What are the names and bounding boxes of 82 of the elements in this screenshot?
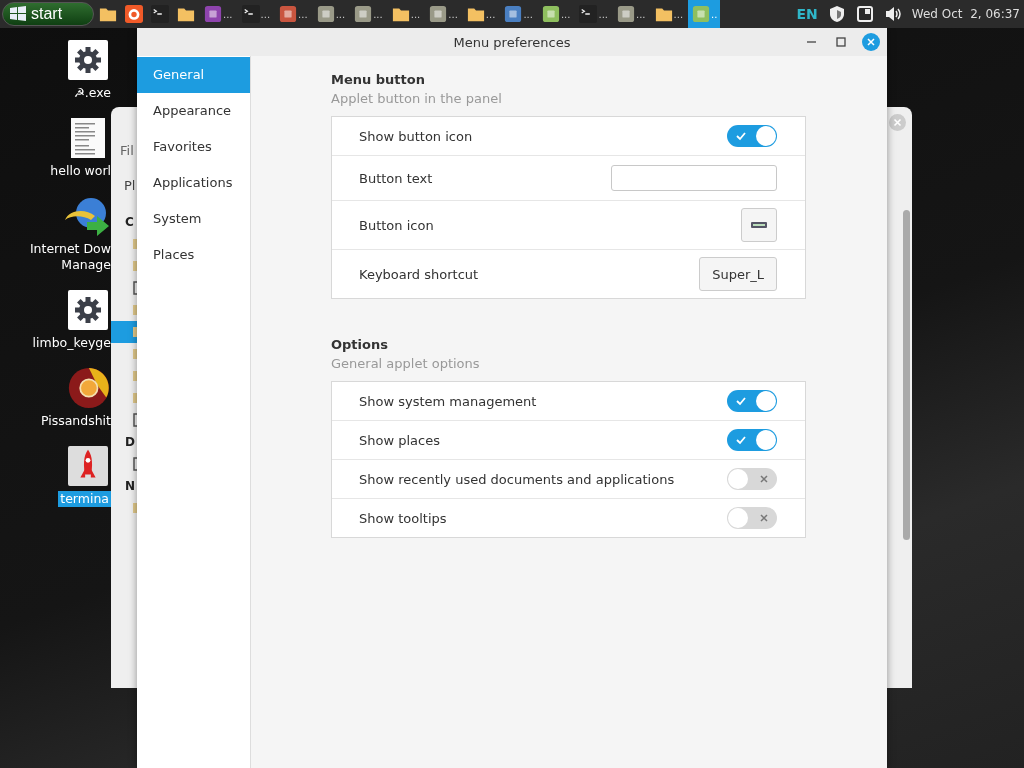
check-icon: [735, 434, 747, 446]
setting-label: Show system management: [359, 393, 537, 409]
app-icon: [279, 5, 298, 23]
location-label[interactable]: Pl: [124, 178, 136, 193]
shortcut-button[interactable]: Super_L: [699, 257, 777, 291]
taskbar-button[interactable]: ...: [613, 0, 649, 28]
app-icon: [316, 5, 335, 23]
app-icon: [692, 5, 711, 23]
taskbar-button[interactable]: ...: [500, 0, 536, 28]
gear-icon: [68, 40, 108, 80]
toggle-switch[interactable]: [727, 390, 777, 412]
taskbar-button[interactable]: ...: [350, 0, 386, 28]
cross-icon: [758, 512, 770, 524]
close-icon[interactable]: [889, 114, 906, 131]
sidebar-item[interactable]: Places: [137, 237, 250, 273]
app-icon: [354, 5, 373, 23]
setting-label: Show button icon: [359, 128, 473, 144]
taskbar-button[interactable]: ...: [575, 0, 611, 28]
windows-logo-icon: [9, 5, 27, 23]
app-icon: [204, 5, 222, 23]
text-field[interactable]: [611, 165, 777, 191]
taskbar-button[interactable]: ...: [312, 0, 349, 28]
taskbar-button[interactable]: ...: [387, 0, 424, 28]
shield-icon[interactable]: [827, 5, 846, 23]
sidebar-item[interactable]: System: [137, 201, 250, 237]
desktop-icon-label[interactable]: hello worl: [50, 163, 111, 179]
toggle-switch[interactable]: [727, 125, 777, 147]
icon-button[interactable]: [741, 208, 777, 242]
scrollbar[interactable]: [903, 210, 910, 540]
clock[interactable]: Wed Oct 2, 06:37: [911, 7, 1020, 21]
sidebar-item[interactable]: Appearance: [137, 93, 250, 129]
setting-label: Button text: [359, 170, 433, 186]
app-icon: [541, 5, 560, 23]
rocket-icon: [68, 446, 108, 486]
volume-icon[interactable]: [883, 5, 902, 23]
taskbar-button[interactable]: ...: [462, 0, 499, 28]
document-icon: [68, 118, 108, 158]
taskbar-button[interactable]: ...: [537, 0, 574, 28]
toggle-switch[interactable]: [727, 468, 777, 490]
window-title: Menu preferences: [452, 34, 572, 50]
section-subtitle: General applet options: [331, 356, 481, 371]
check-icon: [735, 130, 747, 142]
sidebar-item[interactable]: Favorites: [137, 129, 250, 165]
sidebar-heading: N: [125, 478, 137, 495]
app-icon: [429, 5, 448, 23]
menu-applet-icon: [751, 222, 767, 228]
section-title: Options: [331, 337, 389, 352]
app-icon: [617, 5, 635, 23]
globe-icon: [65, 196, 111, 236]
setting-label: Show recently used documents and applications: [359, 471, 675, 487]
section-subtitle: Applet button in the panel: [331, 91, 503, 106]
gear-icon: [68, 290, 108, 330]
terminal-icon: [579, 5, 598, 23]
terminal-icon: [241, 5, 260, 23]
setting-label: Keyboard shortcut: [359, 266, 479, 282]
setting-label: Show tooltips: [359, 510, 447, 526]
cross-icon: [758, 473, 770, 485]
taskbar-button[interactable]: ...: [200, 0, 236, 28]
keyboard-layout-indicator[interactable]: EN: [796, 6, 818, 22]
minimize-icon: [806, 41, 816, 43]
taskbar-button[interactable]: ...: [237, 0, 274, 28]
taskbar-button[interactable]: ...: [650, 0, 687, 28]
menu-label[interactable]: Fil: [120, 143, 134, 158]
setting-label: Button icon: [359, 217, 434, 233]
browser-icon: [125, 5, 143, 23]
desktop-icon-label[interactable]: Pissandshit: [40, 413, 111, 429]
section-title: Menu button: [331, 72, 426, 87]
toggle-switch[interactable]: [727, 507, 777, 529]
start-button[interactable]: start: [2, 2, 94, 26]
taskbar-button[interactable]: ...: [425, 0, 461, 28]
close-button[interactable]: [861, 32, 881, 52]
check-icon: [735, 395, 747, 407]
desktop-icon-label[interactable]: limbo_keyge: [32, 335, 111, 351]
window-icon[interactable]: [855, 5, 874, 23]
taskbar-button[interactable]: ...: [275, 0, 311, 28]
setting-label: Show places: [359, 432, 440, 448]
desktop-icon-label[interactable]: ☭.exe: [73, 85, 111, 101]
toggle-switch[interactable]: [727, 429, 777, 451]
desktop-icon-label[interactable]: Internet Dow Manage: [29, 241, 111, 273]
sidebar-heading: D: [125, 434, 136, 451]
terminal-icon: [151, 5, 169, 23]
sidebar-item[interactable]: Applications: [137, 165, 250, 201]
